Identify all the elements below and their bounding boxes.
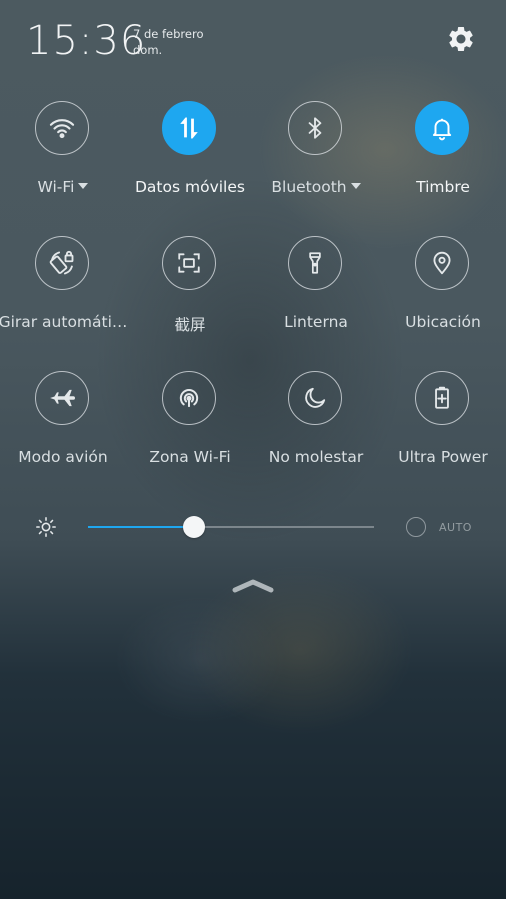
ringer-label: Timbre <box>416 178 470 196</box>
ringer-toggle[interactable] <box>415 101 469 155</box>
mobile-data-toggle[interactable] <box>162 101 216 155</box>
settings-button[interactable] <box>446 24 476 54</box>
auto-rotate-label: Girar automáti… <box>0 313 128 331</box>
bell-icon <box>432 118 452 141</box>
tile-location[interactable]: Ubicación <box>380 236 506 346</box>
tile-hotspot[interactable]: Zona Wi-Fi <box>127 371 253 481</box>
weekday: dom. <box>133 43 163 57</box>
flashlight-icon <box>309 252 321 274</box>
airplane-toggle[interactable] <box>35 371 89 425</box>
chevron-down-icon[interactable] <box>78 182 89 189</box>
hotspot-toggle[interactable] <box>162 371 216 425</box>
brightness-slider[interactable] <box>88 516 374 538</box>
tile-ringer[interactable]: Timbre <box>380 101 506 211</box>
gear-icon <box>449 26 473 51</box>
bluetooth-icon <box>308 117 322 139</box>
airplane-icon <box>50 389 75 407</box>
brightness-icon <box>36 517 56 537</box>
moon-icon <box>305 387 326 408</box>
auto-brightness-checkbox[interactable] <box>406 517 426 537</box>
tile-airplane[interactable]: Modo avión <box>0 371 126 481</box>
brightness-thumb[interactable] <box>182 516 205 538</box>
collapse-handle-icon[interactable] <box>230 576 276 596</box>
tile-do-not-disturb[interactable]: No molestar <box>253 371 379 481</box>
ultra-power-toggle[interactable] <box>415 371 469 425</box>
tile-ultra-power[interactable]: Ultra Power <box>380 371 506 481</box>
clock: 15:36 <box>26 18 147 64</box>
brightness-fill <box>88 526 194 528</box>
location-icon <box>433 251 451 275</box>
auto-rotate-toggle[interactable] <box>35 236 89 290</box>
brightness-row: AUTO <box>0 505 506 551</box>
wifi-toggle[interactable] <box>35 101 89 155</box>
ultra-power-label: Ultra Power <box>398 448 488 466</box>
tile-flashlight[interactable]: Linterna <box>253 236 379 346</box>
screenshot-label: 截屏 <box>174 316 206 334</box>
mobile-data-icon <box>180 117 198 139</box>
location-toggle[interactable] <box>415 236 469 290</box>
auto-rotate-lock-icon <box>49 250 74 275</box>
tile-wifi[interactable]: Wi-Fi <box>0 101 126 211</box>
mobile-data-label: Datos móviles <box>135 178 245 196</box>
flashlight-toggle[interactable] <box>288 236 342 290</box>
status-header: 15:36 7 de febrero dom. <box>0 0 506 80</box>
airplane-label: Modo avión <box>18 448 108 466</box>
do-not-disturb-toggle[interactable] <box>288 371 342 425</box>
tile-screenshot[interactable]: 截屏 <box>127 236 253 346</box>
hotspot-icon <box>179 389 199 408</box>
date: 7 de febrero <box>133 27 204 41</box>
wifi-icon <box>49 119 75 139</box>
chevron-down-icon[interactable] <box>350 182 361 189</box>
tile-auto-rotate[interactable]: Girar automáti… <box>0 236 127 346</box>
hotspot-label: Zona Wi-Fi <box>149 448 231 466</box>
screenshot-toggle[interactable] <box>162 236 216 290</box>
battery-plus-icon <box>435 386 449 409</box>
tile-mobile-data[interactable]: Datos móviles <box>127 101 253 211</box>
flashlight-label: Linterna <box>284 313 348 331</box>
do-not-disturb-label: No molestar <box>268 448 364 466</box>
location-label: Ubicación <box>405 313 481 331</box>
bluetooth-toggle[interactable] <box>288 101 342 155</box>
tile-bluetooth[interactable]: Bluetooth <box>253 101 379 211</box>
auto-brightness-label: AUTO <box>439 521 472 534</box>
bluetooth-label: Bluetooth <box>247 178 385 196</box>
screenshot-icon <box>178 253 200 273</box>
wifi-label: Wi-Fi <box>0 178 132 196</box>
